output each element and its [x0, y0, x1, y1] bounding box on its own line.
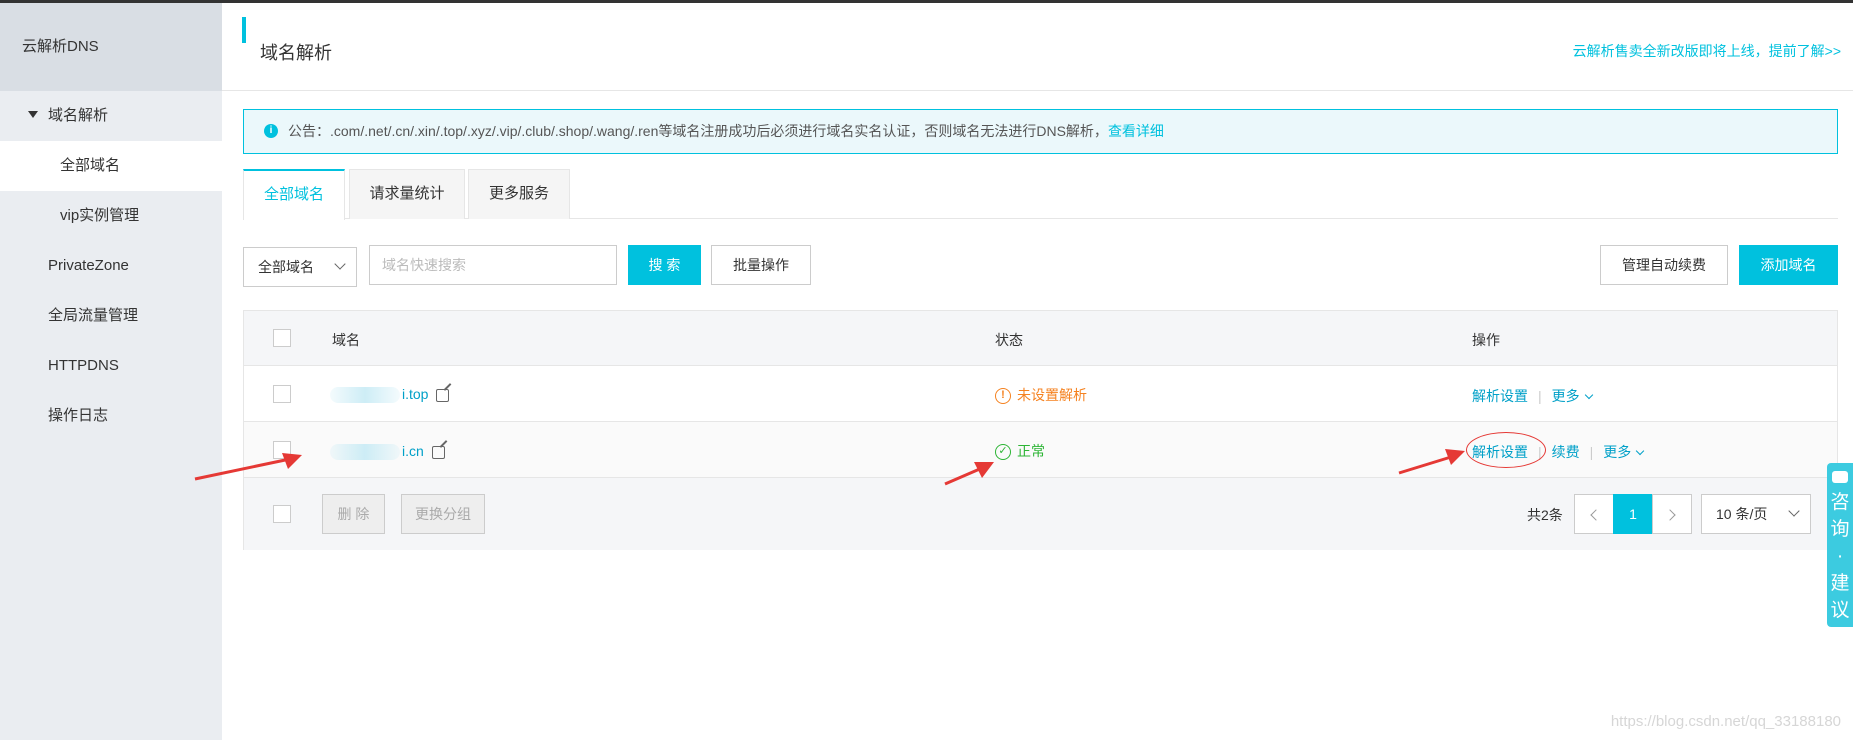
- edit-icon[interactable]: [431, 445, 445, 459]
- auto-renew-button[interactable]: 管理自动续费: [1600, 245, 1728, 285]
- chevron-left-icon: [1590, 509, 1602, 521]
- table-footer: 删 除 更换分组 共2条 1 10 条/页: [244, 478, 1837, 550]
- arrow-shaft: [944, 466, 983, 486]
- notice-banner: i 公告：.com/.net/.cn/.xin/.top/.xyz/.vip/.c…: [243, 109, 1838, 154]
- tab-request-stats[interactable]: 请求量统计: [349, 169, 465, 219]
- more-label: 更多: [1551, 388, 1580, 404]
- sidebar-item-operation-log[interactable]: 操作日志: [0, 391, 222, 441]
- chevron-down-icon: [334, 258, 346, 270]
- sidebar-item-privatezone[interactable]: PrivateZone: [0, 241, 222, 291]
- domain-table: 域名 状态 操作 i.top ! 未设置解析 解析设置 | 更多 i.cn ✓ 正常 解…: [243, 310, 1838, 550]
- arrow-shaft: [194, 457, 291, 481]
- status-text: 正常: [1017, 443, 1045, 459]
- notice-text: 公告：.com/.net/.cn/.xin/.top/.xyz/.vip/.cl…: [288, 123, 1108, 139]
- arrow-head: [282, 453, 302, 469]
- chat-icon: [1832, 471, 1848, 483]
- table-row: i.cn ✓ 正常 解析设置 | 续费 | 更多: [244, 422, 1837, 478]
- notice-detail-link[interactable]: 查看详细: [1108, 123, 1164, 139]
- header-accent-bar: [242, 17, 246, 43]
- sidebar-item-global-traffic[interactable]: 全局流量管理: [0, 291, 222, 341]
- domain-name-link[interactable]: i.top: [402, 386, 428, 402]
- page-size-select[interactable]: 10 条/页: [1701, 494, 1811, 534]
- more-label: 更多: [1603, 444, 1632, 460]
- annotation-arrow: [194, 453, 302, 481]
- widget-char: 议: [1830, 600, 1850, 621]
- delete-button[interactable]: 删 除: [322, 494, 385, 534]
- chevron-down-icon: [1788, 505, 1800, 517]
- annotation-arrow: [944, 462, 994, 486]
- page-header: 域名解析 云解析售卖全新改版即将上线，提前了解>>: [222, 3, 1853, 91]
- tab-bar: 全部域名 请求量统计 更多服务: [243, 169, 1838, 220]
- redacted-blur: [330, 444, 400, 461]
- more-actions-link[interactable]: 更多: [1551, 388, 1593, 404]
- arrow-shaft: [1398, 455, 1452, 475]
- warning-icon: !: [995, 388, 1011, 405]
- domain-cell: i.cn: [330, 443, 445, 461]
- column-header-actions: 操作: [1472, 332, 1500, 348]
- arrow-head: [1445, 449, 1465, 465]
- batch-operation-button[interactable]: 批量操作: [711, 245, 811, 285]
- page-number-button[interactable]: 1: [1613, 494, 1653, 534]
- sidebar-item-httpdns[interactable]: HTTPDNS: [0, 341, 222, 391]
- page-title: 域名解析: [260, 43, 332, 63]
- chevron-right-icon: [1664, 509, 1676, 521]
- status-text: 未设置解析: [1017, 387, 1087, 403]
- domain-group-select[interactable]: 全部域名: [243, 247, 357, 287]
- actions-cell: 解析设置 | 更多: [1472, 386, 1593, 406]
- domain-search-input[interactable]: [369, 245, 617, 285]
- table-header: 域名 状态 操作: [244, 311, 1837, 366]
- chevron-down-icon: [1584, 390, 1593, 400]
- total-count: 共2条: [1527, 507, 1563, 523]
- caret-down-icon: [28, 110, 38, 118]
- sidebar-item-all-domains[interactable]: 全部域名: [0, 141, 222, 191]
- more-actions-link[interactable]: 更多: [1603, 444, 1645, 460]
- column-header-domain: 域名: [332, 332, 360, 348]
- resolve-settings-link[interactable]: 解析设置: [1472, 388, 1528, 404]
- row-checkbox[interactable]: [273, 385, 291, 403]
- widget-char: 建: [1830, 573, 1850, 594]
- column-header-status: 状态: [995, 332, 1023, 348]
- status-cell: ! 未设置解析: [995, 385, 1087, 405]
- tab-all-domains[interactable]: 全部域名: [243, 169, 345, 220]
- annotation-circle: [1466, 432, 1546, 468]
- renew-link[interactable]: 续费: [1552, 444, 1580, 460]
- redacted-blur: [330, 387, 400, 404]
- add-domain-button[interactable]: 添加域名: [1739, 245, 1838, 285]
- sidebar: 云解析DNS 域名解析 全部域名 vip实例管理 PrivateZone 全局流…: [0, 3, 222, 740]
- widget-char: 咨: [1830, 492, 1850, 513]
- sidebar-title: 云解析DNS: [0, 3, 222, 91]
- footer-select-all-checkbox[interactable]: [273, 505, 291, 523]
- sidebar-item-label: 域名解析: [48, 107, 109, 124]
- divider: |: [1538, 388, 1542, 404]
- select-all-checkbox[interactable]: [273, 329, 291, 347]
- sidebar-item-dns-resolve[interactable]: 域名解析: [0, 91, 222, 141]
- tab-more-services[interactable]: 更多服务: [468, 169, 570, 219]
- consult-feedback-widget[interactable]: 咨 询 · 建 议: [1827, 463, 1853, 627]
- domain-name-link[interactable]: i.cn: [402, 443, 424, 459]
- status-cell: ✓ 正常: [995, 441, 1045, 461]
- sidebar-item-vip-instances[interactable]: vip实例管理: [0, 191, 222, 241]
- widget-char: 询: [1830, 519, 1850, 540]
- select-value: 全部域名: [258, 259, 314, 275]
- next-page-button[interactable]: [1652, 494, 1692, 534]
- change-group-button[interactable]: 更换分组: [401, 494, 485, 534]
- chevron-down-icon: [1636, 446, 1645, 456]
- edit-icon[interactable]: [436, 388, 450, 402]
- annotation-arrow: [1398, 449, 1465, 475]
- search-button[interactable]: 搜 索: [628, 245, 701, 285]
- page-size-value: 10 条/页: [1716, 506, 1768, 522]
- table-row: i.top ! 未设置解析 解析设置 | 更多: [244, 366, 1837, 422]
- new-version-link[interactable]: 云解析售卖全新改版即将上线，提前了解>>: [1573, 41, 1841, 61]
- watermark: https://blog.csdn.net/qq_33188180: [1610, 713, 1841, 730]
- info-icon: i: [264, 124, 278, 139]
- widget-char: ·: [1836, 546, 1844, 567]
- divider: |: [1589, 444, 1594, 460]
- prev-page-button[interactable]: [1574, 494, 1614, 534]
- domain-cell: i.top: [330, 386, 450, 404]
